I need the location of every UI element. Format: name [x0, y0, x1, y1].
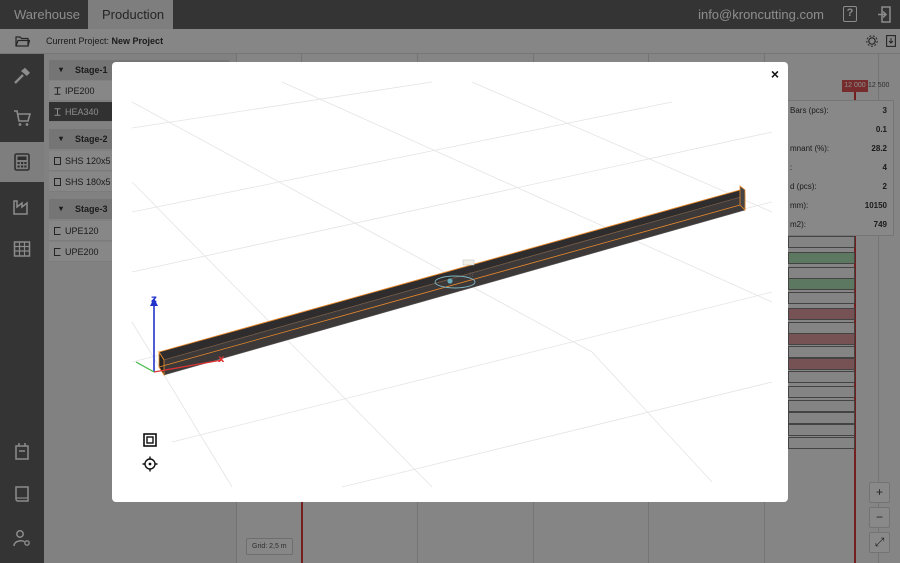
frame-view-icon[interactable] [143, 433, 157, 447]
close-button[interactable]: × [767, 66, 783, 82]
svg-text:⁝⁝: ⁝⁝ [469, 271, 473, 279]
z-axis-label: z [151, 294, 157, 305]
3d-viewport[interactable]: ⁝⁝ [112, 62, 788, 502]
beam-model: ⁝⁝ [158, 185, 746, 377]
crosshair-icon[interactable] [142, 456, 158, 472]
x-axis-label: x [218, 354, 225, 365]
beam-3d-viewer-modal: ⁝⁝ z x × [112, 62, 788, 502]
